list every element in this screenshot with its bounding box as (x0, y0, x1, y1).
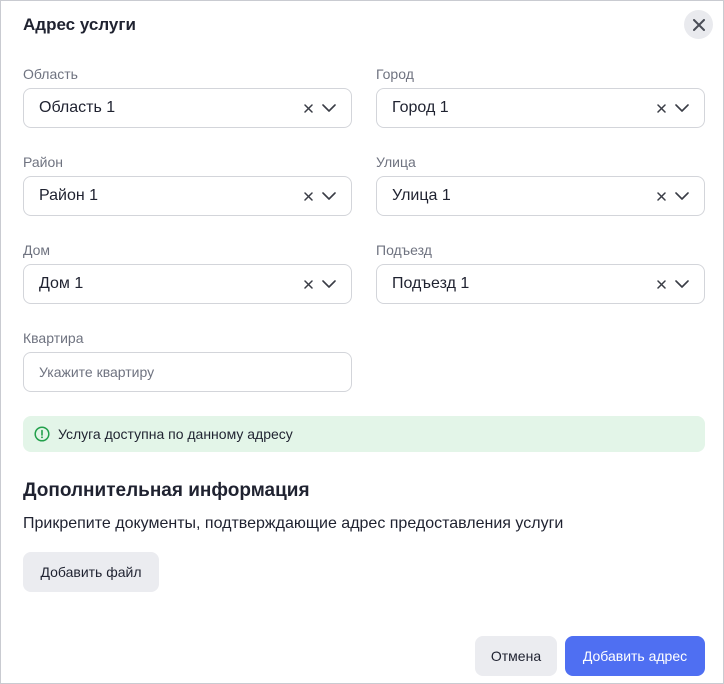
clear-icon[interactable] (654, 189, 668, 203)
chevron-down-icon[interactable] (674, 188, 690, 204)
district-select[interactable]: Район 1 (23, 176, 352, 216)
additional-info-title: Дополнительная информация (23, 480, 310, 501)
chevron-down-icon[interactable] (674, 276, 690, 292)
clear-icon[interactable] (654, 277, 668, 291)
close-button[interactable] (684, 10, 713, 39)
street-select[interactable]: Улица 1 (376, 176, 705, 216)
entrance-label: Подъезд (376, 242, 432, 258)
apartment-label: Квартира (23, 330, 84, 346)
add-file-button[interactable]: Добавить файл (23, 552, 159, 592)
region-label: Область (23, 66, 78, 82)
house-value: Дом 1 (39, 275, 84, 292)
city-value: Город 1 (392, 99, 449, 116)
info-circle-icon (34, 426, 50, 442)
region-select[interactable]: Область 1 (23, 88, 352, 128)
entrance-select[interactable]: Подъезд 1 (376, 264, 705, 304)
dialog-title: Адрес услуги (23, 15, 136, 34)
notice-text: Услуга доступна по данному адресу (58, 426, 293, 442)
street-value: Улица 1 (392, 187, 451, 204)
city-select[interactable]: Город 1 (376, 88, 705, 128)
entrance-value: Подъезд 1 (392, 275, 470, 292)
district-label: Район (23, 154, 63, 170)
add-address-button[interactable]: Добавить адрес (565, 636, 705, 676)
city-label: Город (376, 66, 414, 82)
chevron-down-icon[interactable] (321, 100, 337, 116)
house-label: Дом (23, 242, 51, 258)
district-value: Район 1 (39, 187, 99, 204)
clear-icon[interactable] (301, 189, 315, 203)
additional-info-description: Прикрепите документы, подтверждающие адр… (23, 515, 564, 532)
clear-icon[interactable] (654, 101, 668, 115)
street-label: Улица (376, 154, 416, 170)
house-select[interactable]: Дом 1 (23, 264, 352, 304)
chevron-down-icon[interactable] (321, 188, 337, 204)
chevron-down-icon[interactable] (674, 100, 690, 116)
apartment-input[interactable] (23, 352, 352, 392)
availability-notice: Услуга доступна по данному адресу (23, 416, 705, 452)
chevron-down-icon[interactable] (321, 276, 337, 292)
address-dialog: Адрес услуги Область Область 1 Город Гор… (0, 0, 724, 684)
close-icon (692, 18, 705, 31)
region-value: Область 1 (39, 99, 116, 116)
clear-icon[interactable] (301, 101, 315, 115)
clear-icon[interactable] (301, 277, 315, 291)
cancel-button[interactable]: Отмена (475, 636, 557, 676)
